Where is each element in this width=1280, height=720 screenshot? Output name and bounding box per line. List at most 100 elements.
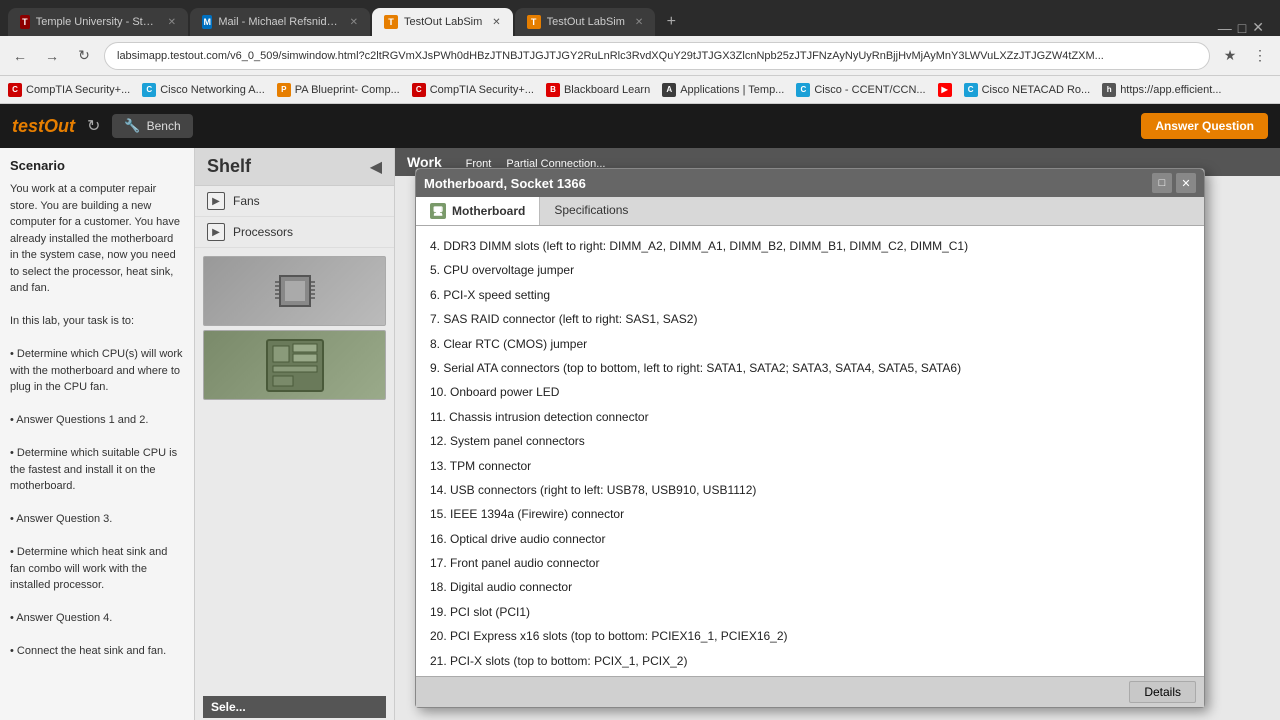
modal-restore-button[interactable]: □ <box>1152 173 1172 193</box>
scenario-panel: Scenario You work at a computer repair s… <box>0 148 195 720</box>
tab-temple[interactable]: T Temple University - Stale Request... ✕ <box>8 8 188 36</box>
tab-label-temple: Temple University - Stale Request... <box>36 16 158 28</box>
bookmark-cisco[interactable]: C Cisco Networking A... <box>142 83 265 97</box>
spec-item: 7. SAS RAID connector (left to right: SA… <box>430 309 1190 329</box>
bookmark-icon[interactable]: ★ <box>1218 44 1242 68</box>
bookmark-label-cisco2: Cisco - CCENT/CCN... <box>814 84 925 96</box>
bookmark-https[interactable]: h https://app.efficient... <box>1102 83 1221 97</box>
spec-item: 5. CPU overvoltage jumper <box>430 260 1190 280</box>
bookmark-icon-app: A <box>662 83 676 97</box>
shelf-item-fans[interactable]: ▶ Fans <box>195 186 394 217</box>
tab-bar: T Temple University - Stale Request... ✕… <box>0 0 1280 36</box>
bookmark-label-cisco3: Cisco NETACAD Ro... <box>982 84 1091 96</box>
tab-testout2[interactable]: T TestOut LabSim ✕ <box>515 8 656 36</box>
close-icon[interactable]: ✕ <box>168 17 176 28</box>
bookmark-label-app: Applications | Temp... <box>680 84 784 96</box>
tab-label-mail: Mail - Michael Refsnider - Outlo... <box>218 16 339 28</box>
new-tab-button[interactable]: + <box>657 8 685 36</box>
spec-list: 4. DDR3 DIMM slots (left to right: DIMM_… <box>430 236 1190 676</box>
scenario-task-answer3: • Answer Question 3. <box>10 511 184 528</box>
bookmark-icon-cisco3: C <box>964 83 978 97</box>
settings-icon[interactable]: ⋮ <box>1248 44 1272 68</box>
close-icon[interactable]: ✕ <box>492 17 500 28</box>
browser-chrome: T Temple University - Stale Request... ✕… <box>0 0 1280 104</box>
bookmark-comptia2[interactable]: C CompTIA Security+... <box>412 83 534 97</box>
refresh-button[interactable]: ↻ <box>87 116 100 136</box>
app-header: testOut ↻ 🔧 Bench Answer Question <box>0 104 1280 148</box>
maximize-button[interactable]: □ <box>1238 20 1246 36</box>
reload-button[interactable]: ↻ <box>72 44 96 68</box>
forward-button[interactable]: → <box>40 44 64 68</box>
main-content: Scenario You work at a computer repair s… <box>0 148 1280 720</box>
modal-title-bar: Motherboard, Socket 1366 □ ✕ <box>416 169 1204 197</box>
url-text: labsimapp.testout.com/v6_0_509/simwindow… <box>117 50 1104 62</box>
spec-item: 4. DDR3 DIMM slots (left to right: DIMM_… <box>430 236 1190 256</box>
modal-close-button[interactable]: ✕ <box>1176 173 1196 193</box>
close-icon[interactable]: ✕ <box>635 17 643 28</box>
bookmark-label-https: https://app.efficient... <box>1120 84 1221 96</box>
url-bar[interactable]: labsimapp.testout.com/v6_0_509/simwindow… <box>104 42 1210 70</box>
bookmark-icon-cisco: C <box>142 83 156 97</box>
scenario-text: You work at a computer repair store. You… <box>10 181 184 660</box>
scenario-title: Scenario <box>10 158 184 173</box>
bookmark-cisco3[interactable]: C Cisco NETACAD Ro... <box>964 83 1091 97</box>
workbench-area: Work Front Partial Connection... Motherb… <box>395 148 1280 720</box>
modal-tab-motherboard-label: Motherboard <box>452 204 525 218</box>
shelf-item-processors-label: Processors <box>233 225 293 239</box>
fans-expand-icon: ▶ <box>207 192 225 210</box>
bookmark-label-cisco: Cisco Networking A... <box>160 84 265 96</box>
bookmark-icon-comptia2: C <box>412 83 426 97</box>
shelf-arrow-button[interactable]: ◀ <box>370 157 382 177</box>
back-button[interactable]: ← <box>8 44 32 68</box>
spec-item: 21. PCI-X slots (top to bottom: PCIX_1, … <box>430 651 1190 671</box>
scenario-text-p3: • Determine which CPU(s) will work with … <box>10 346 184 396</box>
bench-button[interactable]: 🔧 Bench <box>112 114 192 138</box>
cpu-icon <box>270 266 320 316</box>
shelf-header: Shelf ◀ <box>195 148 394 186</box>
shelf-motherboard-image[interactable] <box>203 330 386 400</box>
answer-question-button[interactable]: Answer Question <box>1141 113 1268 139</box>
motherboard-tab-icon: 🖥 <box>430 203 446 219</box>
bookmark-app[interactable]: A Applications | Temp... <box>662 83 784 97</box>
scenario-task-answer12: • Answer Questions 1 and 2. <box>10 412 184 429</box>
bookmark-cisco2[interactable]: C Cisco - CCENT/CCN... <box>796 83 925 97</box>
tab-mail[interactable]: M Mail - Michael Refsnider - Outlo... ✕ <box>190 8 370 36</box>
bench-icon: 🔧 <box>124 118 140 134</box>
bookmark-bb[interactable]: B Blackboard Learn <box>546 83 650 97</box>
modal-tabs: 🖥 Motherboard Specifications <box>416 197 1204 226</box>
tab-testout1[interactable]: T TestOut LabSim ✕ <box>372 8 513 36</box>
tab-favicon-mail: M <box>202 15 212 29</box>
scenario-task-answer4: • Answer Question 4. <box>10 610 184 627</box>
testout-logo: testOut <box>12 116 75 137</box>
bookmark-icon-bb: B <box>546 83 560 97</box>
minimize-button[interactable]: — <box>1218 20 1232 36</box>
scenario-text-p2: In this lab, your task is to: <box>10 313 184 330</box>
close-window-button[interactable]: ✕ <box>1252 19 1264 36</box>
modal-body: 4. DDR3 DIMM slots (left to right: DIMM_… <box>416 226 1204 676</box>
bookmark-comptia[interactable]: C CompTIA Security+... <box>8 83 130 97</box>
modal-tab-specifications[interactable]: Specifications <box>540 197 642 225</box>
spec-item: 16. Optical drive audio connector <box>430 529 1190 549</box>
bookmark-label-comptia: CompTIA Security+... <box>26 84 130 96</box>
bookmark-icon-pa: P <box>277 83 291 97</box>
spec-item: 10. Onboard power LED <box>430 382 1190 402</box>
modal-tab-motherboard[interactable]: 🖥 Motherboard <box>416 197 540 225</box>
shelf-title: Shelf <box>207 156 370 177</box>
tab-favicon-testout2: T <box>527 15 541 29</box>
bookmark-icon-https: h <box>1102 83 1116 97</box>
close-icon[interactable]: ✕ <box>350 17 358 28</box>
modal-footer: Details <box>416 676 1204 707</box>
bookmark-icon-cisco2: C <box>796 83 810 97</box>
spec-item: 20. PCI Express x16 slots (top to bottom… <box>430 626 1190 646</box>
spec-item: 6. PCI-X speed setting <box>430 285 1190 305</box>
shelf-item-processors[interactable]: ▶ Processors <box>195 217 394 248</box>
shelf-cpu-image-1[interactable] <box>203 256 386 326</box>
bookmark-yt[interactable]: ▶ <box>938 83 952 97</box>
scenario-task-cpu: • Determine which suitable CPU is the fa… <box>10 445 184 495</box>
bookmark-label-bb: Blackboard Learn <box>564 84 650 96</box>
bookmark-pa[interactable]: P PA Blueprint- Comp... <box>277 83 400 97</box>
shelf-select-label: Sele... <box>195 692 394 720</box>
spec-item: 12. System panel connectors <box>430 431 1190 451</box>
details-button[interactable]: Details <box>1129 681 1196 703</box>
scenario-task-heatsink: • Determine which heat sink and fan comb… <box>10 544 184 594</box>
